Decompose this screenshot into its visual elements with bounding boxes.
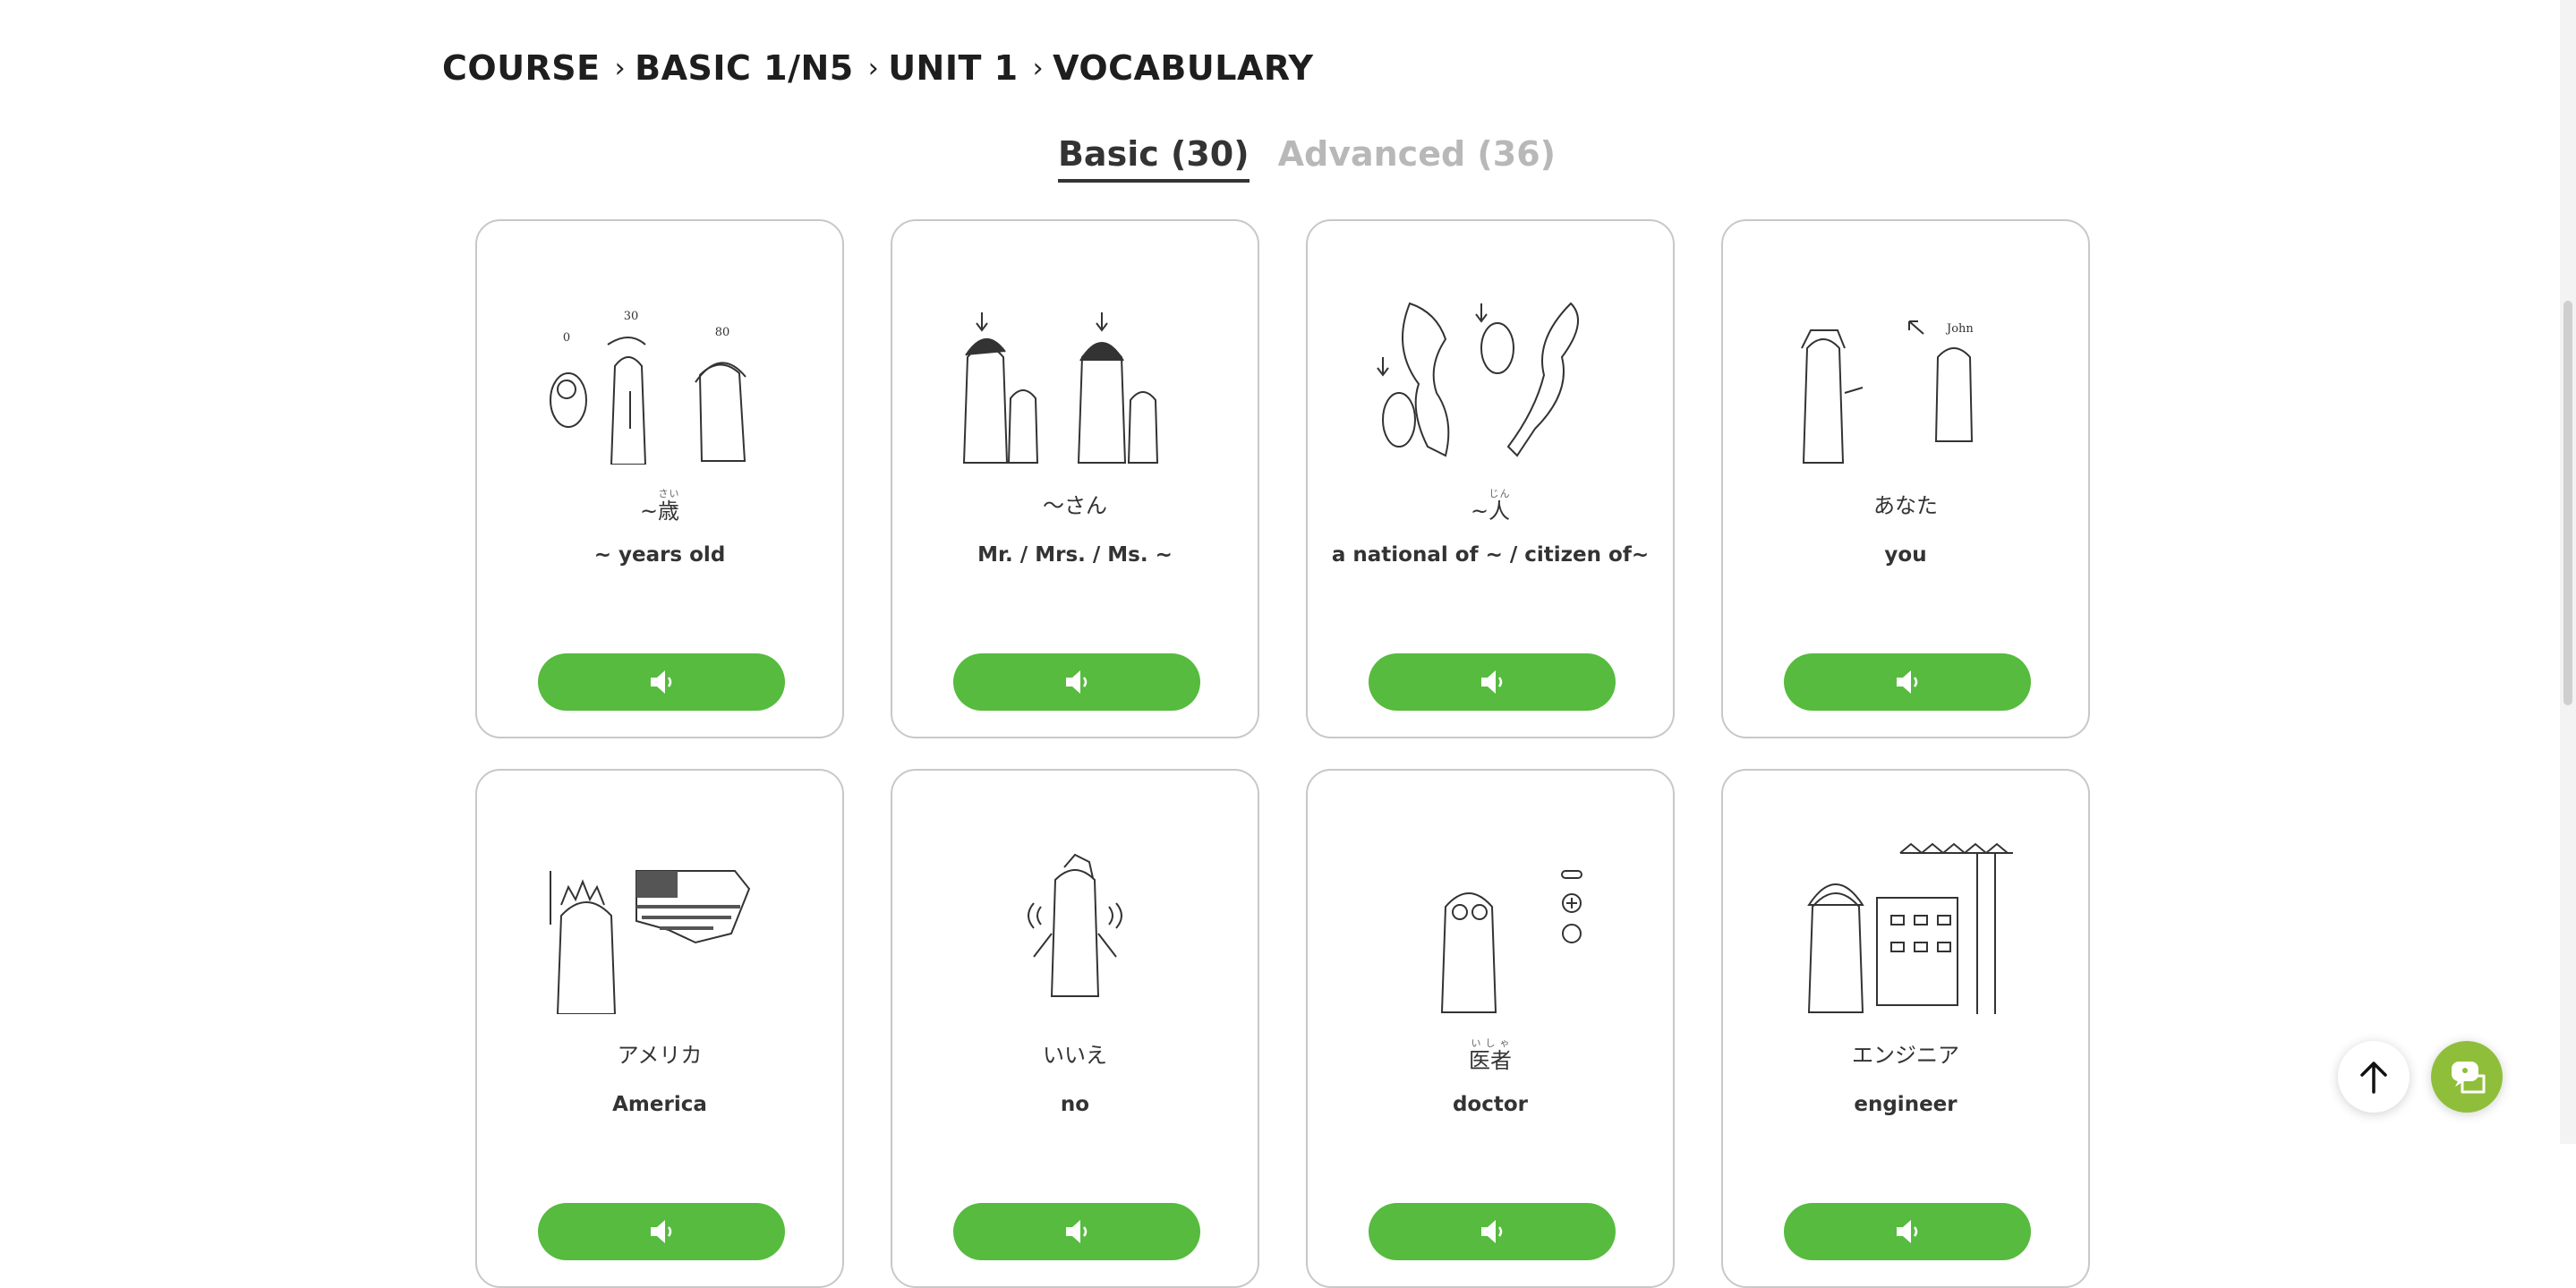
vocab-card[interactable]: ~人じん a national of ~ / citizen of~ <box>1306 219 1675 738</box>
japanese-word: エンジニア <box>1852 1043 1959 1068</box>
japanese-word: アメリカ <box>617 1043 703 1068</box>
english-meaning: America <box>612 1093 707 1116</box>
speaker-icon <box>1066 1220 1088 1243</box>
chevron-right-icon: › <box>867 52 880 84</box>
breadcrumb-level[interactable]: BASIC 1/N5 <box>635 48 854 88</box>
vocab-card[interactable]: 医者いしゃ doctor <box>1306 769 1675 1288</box>
breadcrumb-unit[interactable]: UNIT 1 <box>888 48 1018 88</box>
vocab-card[interactable]: エンジニア engineer <box>1721 769 2090 1288</box>
english-meaning: ~ years old <box>593 543 726 567</box>
speaker-icon <box>1897 1220 1918 1243</box>
shaking-head-illustration-icon <box>1028 853 1122 997</box>
ages-illustration-icon: 0 30 80 <box>550 310 746 465</box>
english-meaning: no <box>1060 1093 1090 1116</box>
chevron-right-icon: › <box>614 52 627 84</box>
page-scrollbar[interactable] <box>2560 0 2576 1144</box>
vocab-card[interactable]: いいえ no <box>891 769 1259 1288</box>
english-meaning: Mr. / Mrs. / Ms. ~ <box>977 543 1173 567</box>
speaker-icon <box>651 670 672 694</box>
play-audio-button[interactable] <box>538 1203 785 1260</box>
svg-text:John: John <box>1945 322 1974 336</box>
breadcrumb-course[interactable]: COURSE <box>442 48 601 88</box>
maps-nationality-illustration-icon <box>1377 302 1579 457</box>
speaker-icon <box>1897 670 1918 694</box>
english-meaning: doctor <box>1452 1093 1529 1116</box>
play-audio-button[interactable] <box>953 653 1200 711</box>
play-audio-button[interactable] <box>1369 653 1616 711</box>
vocab-card[interactable]: ～さん Mr. / Mrs. / Ms. ~ <box>891 219 1259 738</box>
speaker-icon <box>1066 670 1088 694</box>
doctor-illustration-icon <box>1440 870 1582 1013</box>
tab-bar: Basic (30) Advanced (36) <box>0 134 2576 183</box>
japanese-word: 医者いしゃ <box>1469 1037 1512 1073</box>
pointing-you-illustration-icon: John <box>1801 320 1974 464</box>
scroll-to-top-button[interactable] <box>2338 1041 2410 1113</box>
svg-text:30: 30 <box>624 310 639 323</box>
chat-support-button[interactable] <box>2431 1041 2503 1113</box>
breadcrumb-current: VOCABULARY <box>1053 48 1314 88</box>
japanese-word: あなた <box>1873 493 1938 518</box>
vocab-card[interactable]: John あなた you <box>1721 219 2090 738</box>
japanese-word: ~歳さい <box>639 488 680 524</box>
chevron-right-icon: › <box>1032 52 1045 84</box>
svg-text:80: 80 <box>715 326 730 339</box>
speaker-icon <box>651 1220 672 1243</box>
japanese-word: ～さん <box>1043 493 1107 518</box>
tab-advanced[interactable]: Advanced (36) <box>1278 134 1556 183</box>
speaker-icon <box>1481 670 1503 694</box>
vocabulary-grid: 0 30 80 ~歳さい ~ years old ～さん Mr. / Mrs. … <box>475 219 2094 1288</box>
scrollbar-thumb[interactable] <box>2563 301 2572 705</box>
breadcrumb: COURSE › BASIC 1/N5 › UNIT 1 › VOCABULAR… <box>442 45 1314 91</box>
japanese-word: ~人じん <box>1470 488 1511 524</box>
speaker-icon <box>1481 1220 1503 1243</box>
play-audio-button[interactable] <box>1784 653 2031 711</box>
play-audio-button[interactable] <box>538 653 785 711</box>
engineer-illustration-icon <box>1807 842 2013 1014</box>
play-audio-button[interactable] <box>1784 1203 2031 1260</box>
tab-basic[interactable]: Basic (30) <box>1057 134 1250 183</box>
svg-text:0: 0 <box>563 331 570 345</box>
play-audio-button[interactable] <box>953 1203 1200 1260</box>
japanese-word: いいえ <box>1043 1043 1107 1068</box>
vocab-card[interactable]: アメリカ America <box>475 769 844 1288</box>
chat-icon <box>2452 1062 2486 1094</box>
play-audio-button[interactable] <box>1369 1203 1616 1260</box>
english-meaning: a national of ~ / citizen of~ <box>1331 543 1650 567</box>
english-meaning: engineer <box>1854 1093 1958 1116</box>
arrow-up-icon <box>2360 1062 2387 1094</box>
english-meaning: you <box>1884 543 1927 567</box>
people-honorific-illustration-icon <box>962 312 1159 464</box>
vocab-card[interactable]: 0 30 80 ~歳さい ~ years old <box>475 219 844 738</box>
america-flag-illustration-icon <box>550 870 751 1014</box>
